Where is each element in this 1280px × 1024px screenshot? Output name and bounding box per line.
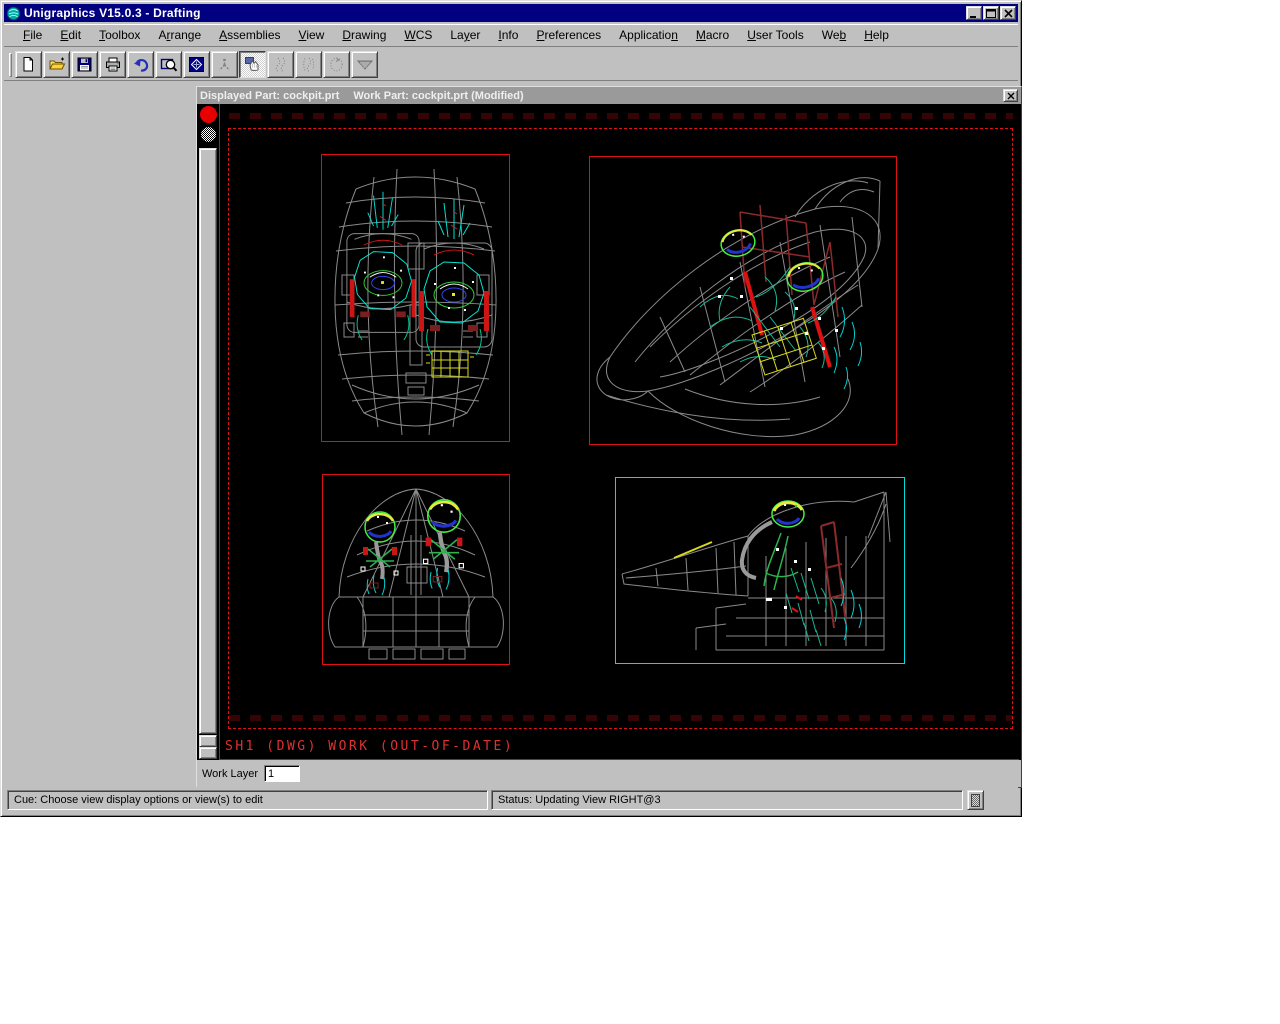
drawing-window-titlebar[interactable]: Displayed Part: cockpit.prt Work Part: c…	[197, 87, 1021, 104]
dotted-views-icon	[272, 56, 289, 73]
unigraphics-logo-icon	[6, 6, 21, 21]
menu-layer[interactable]: Layer	[441, 25, 489, 45]
menu-edit[interactable]: Edit	[51, 25, 90, 45]
dotted-views-icon	[300, 56, 317, 73]
menu-wcs[interactable]: WCS	[395, 25, 441, 45]
snap-point-button[interactable]	[211, 51, 238, 78]
window-title: Unigraphics V15.0.3 - Drafting	[24, 6, 201, 20]
cue-text: Cue: Choose view display options or view…	[14, 794, 263, 806]
undo-arrow-icon	[132, 57, 150, 73]
zoom-view-button[interactable]	[155, 51, 182, 78]
workspace: Displayed Part: cockpit.prt Work Part: c…	[4, 82, 1018, 786]
busy-indicator-icon	[201, 127, 216, 142]
status-scroll-button[interactable]	[967, 790, 984, 810]
menu-application[interactable]: Application	[610, 25, 687, 45]
maximize-icon	[986, 9, 996, 18]
status-bar: Cue: Choose view display options or view…	[4, 787, 1018, 813]
front-view[interactable]	[322, 474, 510, 665]
title-bar[interactable]: Unigraphics V15.0.3 - Drafting	[4, 4, 1018, 22]
right-view[interactable]	[615, 477, 905, 664]
menu-web[interactable]: Web	[813, 25, 855, 45]
menu-assemblies[interactable]: Assemblies	[210, 25, 289, 45]
scroll-up-button[interactable]	[199, 735, 217, 747]
close-icon	[1004, 9, 1013, 18]
work-part-label: Work Part: cockpit.prt (Modified)	[353, 90, 523, 102]
menu-file[interactable]: File	[14, 25, 51, 45]
menu-bar: FileEditToolboxArrangeAssembliesViewDraw…	[4, 24, 1018, 47]
scrollbar-track[interactable]	[199, 148, 217, 734]
menu-arrange[interactable]: Arrange	[149, 25, 210, 45]
work-layer-label: Work Layer	[202, 768, 258, 780]
new-file-icon	[20, 56, 37, 73]
select-view-button[interactable]	[239, 51, 266, 78]
toolbar	[4, 49, 1018, 81]
status-text: Status: Updating View RIGHT@3	[498, 794, 661, 806]
cue-panel: Cue: Choose view display options or view…	[7, 790, 488, 810]
floppy-save-icon	[76, 56, 93, 73]
minimize-button[interactable]	[966, 6, 982, 20]
menu-help[interactable]: Help	[855, 25, 898, 45]
isometric-view[interactable]	[589, 156, 897, 445]
new-part-button[interactable]	[15, 51, 42, 78]
fit-view-icon	[188, 56, 205, 73]
status-panel: Status: Updating View RIGHT@3	[491, 790, 963, 810]
work-layer-input[interactable]	[264, 765, 300, 782]
menu-info[interactable]: Info	[489, 25, 527, 45]
menu-user-tools[interactable]: User Tools	[738, 25, 812, 45]
open-folder-icon	[48, 56, 66, 73]
fit-view-button[interactable]	[183, 51, 210, 78]
top-view[interactable]	[321, 154, 510, 442]
point-axes-icon	[216, 56, 233, 73]
toolbar-grip[interactable]	[9, 53, 12, 77]
menu-drawing[interactable]: Drawing	[333, 25, 395, 45]
close-button[interactable]	[1000, 6, 1016, 20]
dither-scroll-icon	[971, 794, 980, 807]
drawing-window: Displayed Part: cockpit.prt Work Part: c…	[196, 86, 1022, 788]
stop-interrupt-button[interactable]	[200, 106, 217, 123]
zoom-magnifier-icon	[160, 56, 178, 73]
regenerate-view-button[interactable]	[295, 51, 322, 78]
work-layer-bar: Work Layer	[197, 760, 1021, 787]
rotate-view-button[interactable]	[323, 51, 350, 78]
undo-button[interactable]	[127, 51, 154, 78]
update-display-button[interactable]	[267, 51, 294, 78]
drawing-canvas[interactable]: SH1 (DWG) WORK (OUT-OF-DATE)	[219, 104, 1019, 760]
sheet-edge-marks	[229, 113, 1013, 119]
drawing-window-close-button[interactable]	[1003, 89, 1018, 102]
printer-icon	[104, 56, 122, 73]
desktop: Unigraphics V15.0.3 - Drafting FileEditT…	[0, 0, 1280, 1024]
hand-select-icon	[244, 56, 262, 73]
dotted-rotate-icon	[328, 56, 345, 73]
minimize-icon	[969, 9, 979, 18]
print-button[interactable]	[99, 51, 126, 78]
drawing-area: SH1 (DWG) WORK (OUT-OF-DATE)	[197, 104, 1021, 760]
unigraphics-window: Unigraphics V15.0.3 - Drafting FileEditT…	[0, 0, 1022, 817]
displayed-part-label: Displayed Part: cockpit.prt	[200, 90, 339, 102]
menu-preferences[interactable]: Preferences	[527, 25, 610, 45]
shaded-view-button[interactable]	[351, 51, 378, 78]
maximize-button[interactable]	[983, 6, 999, 20]
view-control-strip	[197, 104, 219, 760]
scroll-down-button[interactable]	[199, 747, 217, 759]
menu-toolbox[interactable]: Toolbox	[90, 25, 149, 45]
sheet-status-label: SH1 (DWG) WORK (OUT-OF-DATE)	[225, 739, 514, 754]
menu-view[interactable]: View	[290, 25, 334, 45]
open-part-button[interactable]	[43, 51, 70, 78]
close-icon	[1007, 92, 1015, 100]
save-part-button[interactable]	[71, 51, 98, 78]
shaded-wedge-icon	[356, 57, 374, 73]
menu-macro[interactable]: Macro	[687, 25, 738, 45]
